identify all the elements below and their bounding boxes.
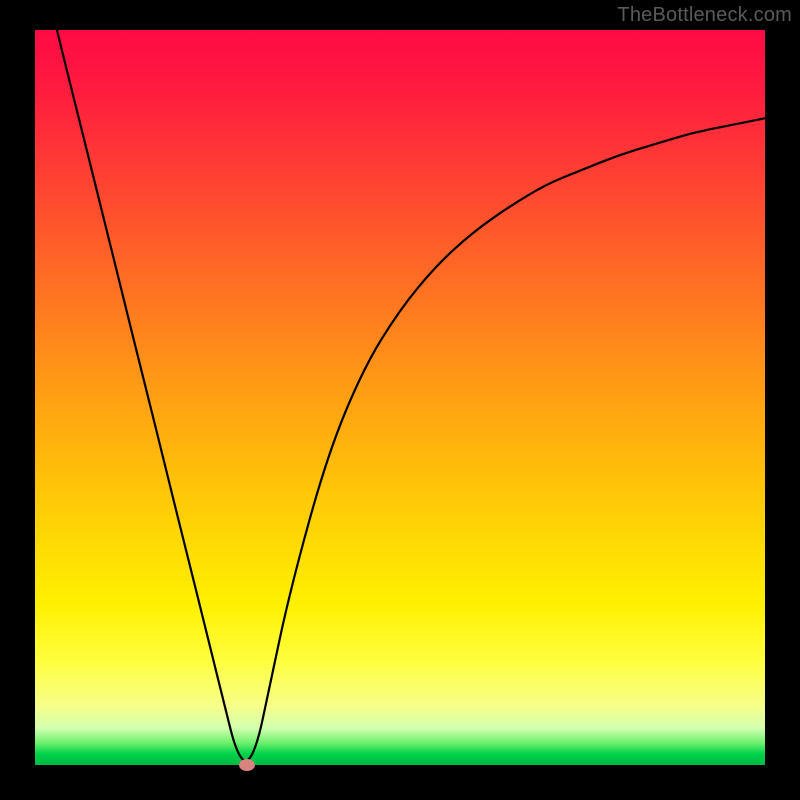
minimum-marker	[239, 759, 255, 771]
bottleneck-curve	[35, 30, 765, 765]
watermark-text: TheBottleneck.com	[617, 4, 792, 27]
plot-area	[35, 30, 765, 765]
chart-frame: TheBottleneck.com	[0, 0, 800, 800]
